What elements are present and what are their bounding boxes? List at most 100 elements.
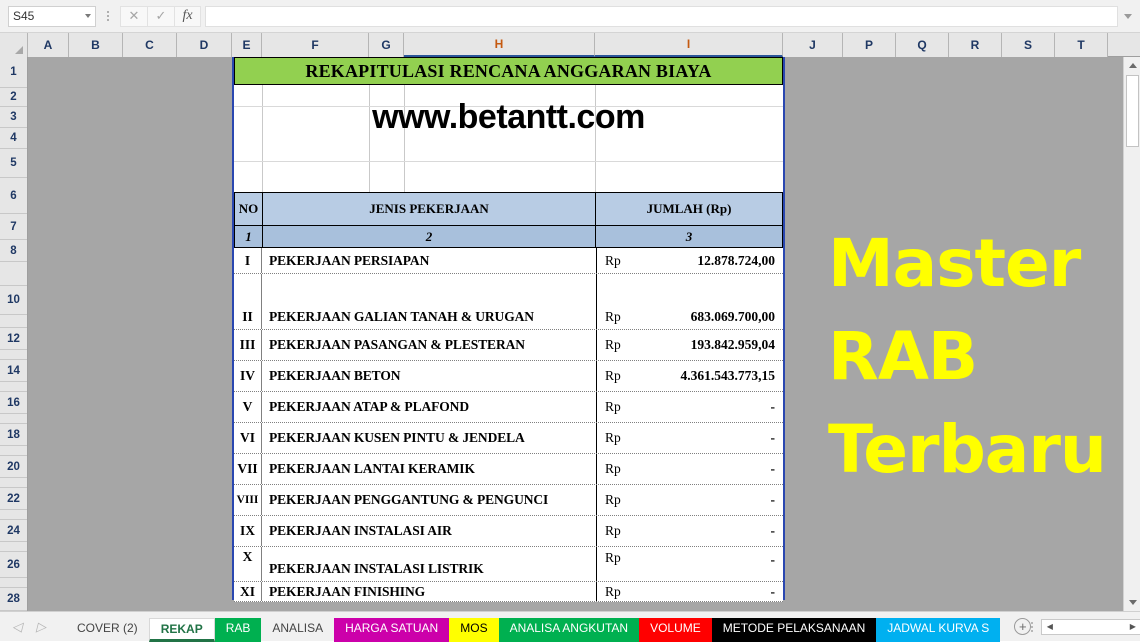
table-row[interactable]: VII PEKERJAAN LANTAI KERAMIK Rp -	[234, 454, 783, 485]
select-all-corner[interactable]	[0, 33, 28, 57]
scroll-down-icon[interactable]	[1124, 594, 1140, 611]
row-header-13-hidden[interactable]	[0, 350, 27, 360]
table-row[interactable]: I PEKERJAAN PERSIAPAN Rp 12.878.724,00	[234, 248, 783, 274]
table-header-desc-label: JENIS PEKERJAAN	[369, 201, 489, 216]
row-header-1[interactable]: 1	[0, 57, 27, 88]
column-header-I[interactable]: I	[595, 33, 783, 57]
sheet-title-cell[interactable]: REKAPITULASI RENCANA ANGGARAN BIAYA	[234, 57, 783, 85]
table-row[interactable]: III PEKERJAAN PASANGAN & PLESTERAN Rp 193…	[234, 330, 783, 361]
row-header-19-hidden[interactable]	[0, 446, 27, 456]
row-header-27-hidden[interactable]	[0, 578, 27, 588]
formula-input[interactable]	[205, 5, 1118, 27]
row-header-25-hidden[interactable]	[0, 542, 27, 552]
row-header-23-hidden[interactable]	[0, 510, 27, 520]
column-header-C[interactable]: C	[123, 33, 177, 57]
row-header-20[interactable]: 20	[0, 456, 27, 478]
column-header-Q[interactable]: Q	[896, 33, 949, 57]
row-header-26[interactable]: 26	[0, 552, 27, 578]
name-box[interactable]: S45	[8, 5, 96, 27]
sheet-tab-mos[interactable]: MOS	[449, 617, 499, 642]
column-header-J[interactable]: J	[783, 33, 843, 57]
vertical-scrollbar[interactable]	[1123, 57, 1140, 611]
column-header-R[interactable]: R	[949, 33, 1002, 57]
table-row[interactable]: V PEKERJAAN ATAP & PLAFOND Rp -	[234, 392, 783, 423]
sheet-tab-harga-satuan[interactable]: HARGA SATUAN	[334, 617, 450, 642]
sheet-tab-analisa[interactable]: ANALISA	[261, 618, 334, 642]
sheet-tab-metode-pelaksanaan[interactable]: METODE PELAKSANAAN	[711, 617, 877, 642]
column-header-G[interactable]: G	[369, 33, 404, 57]
formula-bar-handle[interactable]	[101, 6, 115, 27]
column-header-E[interactable]: E	[232, 33, 262, 57]
fx-icon[interactable]: fx	[174, 5, 201, 27]
horizontal-scrollbar[interactable]: ◀ ▶	[1031, 618, 1140, 635]
row-number: V	[242, 399, 253, 414]
table-row[interactable]: VI PEKERJAAN KUSEN PINTU & JENDELA Rp -	[234, 423, 783, 454]
column-header-A[interactable]: A	[28, 33, 69, 57]
scrollbar-resize-handle[interactable]	[1031, 621, 1034, 632]
name-box-value: S45	[13, 9, 35, 23]
row-header-17-hidden[interactable]	[0, 414, 27, 424]
row-description: PEKERJAAN INSTALASI LISTRIK	[269, 561, 484, 576]
col-number-2: 2	[425, 228, 433, 244]
row-header-15-hidden[interactable]	[0, 382, 27, 392]
table-row[interactable]: XI PEKERJAAN FINISHING Rp -	[234, 582, 783, 602]
scroll-right-icon[interactable]: ▶	[1125, 620, 1140, 634]
row-header-22[interactable]: 22	[0, 488, 27, 510]
row-header-5[interactable]: 5	[0, 149, 27, 178]
row-header-21-hidden[interactable]	[0, 478, 27, 488]
expand-formula-bar-button[interactable]	[1118, 0, 1138, 33]
vertical-scrollbar-thumb[interactable]	[1126, 75, 1139, 147]
column-header-H[interactable]: H	[404, 33, 595, 57]
scroll-left-icon[interactable]: ◀	[1042, 620, 1057, 634]
row-header-4[interactable]: 4	[0, 128, 27, 149]
row-amount: -	[770, 461, 776, 476]
table-row[interactable]: IV PEKERJAAN BETON Rp 4.361.543.773,15	[234, 361, 783, 392]
close-icon[interactable]: ✕	[120, 5, 147, 27]
row-header-16[interactable]: 16	[0, 392, 27, 414]
promo-line-2: RAB	[828, 318, 978, 395]
row-number: III	[239, 337, 256, 352]
table-header-row: NO JENIS PEKERJAAN JUMLAH (Rp)	[234, 192, 783, 226]
horizontal-scrollbar-track[interactable]	[1057, 619, 1126, 634]
row-header-18[interactable]: 18	[0, 424, 27, 446]
chevron-right-icon[interactable]: ▷	[36, 619, 46, 635]
table-row[interactable]: VIII PEKERJAAN PENGGANTUNG & PENGUNCI Rp…	[234, 485, 783, 516]
row-header-14[interactable]: 14	[0, 360, 27, 382]
chevron-left-icon[interactable]: ◁	[12, 619, 22, 635]
column-header-T[interactable]: T	[1055, 33, 1108, 57]
cell-canvas[interactable]: REKAPITULASI RENCANA ANGGARAN BIAYA www.…	[28, 57, 1140, 611]
sheet-tab-volume[interactable]: VOLUME	[639, 617, 712, 642]
row-header-28[interactable]: 28	[0, 588, 27, 611]
row-header-3[interactable]: 3	[0, 107, 27, 128]
column-header-S[interactable]: S	[1002, 33, 1055, 57]
column-header-B[interactable]: B	[69, 33, 123, 57]
row-currency: Rp	[605, 461, 621, 476]
table-row[interactable]: II PEKERJAAN GALIAN TANAH & URUGAN Rp 683…	[234, 274, 783, 330]
row-header-2[interactable]: 2	[0, 88, 27, 107]
row-header-8[interactable]: 8	[0, 240, 27, 262]
column-header-P[interactable]: P	[843, 33, 896, 57]
chevron-down-icon[interactable]	[85, 14, 91, 18]
table-row[interactable]: X PEKERJAAN INSTALASI LISTRIK Rp -	[234, 547, 783, 582]
sheet-tab-analisa-angkutan[interactable]: ANALISA ANGKUTAN	[498, 617, 640, 642]
sheet-tab-rekap[interactable]: REKAP	[148, 617, 215, 642]
add-sheet-button[interactable]: +	[1014, 614, 1032, 640]
row-header-9-hidden[interactable]	[0, 262, 27, 286]
row-header-6[interactable]: 6	[0, 178, 27, 214]
scroll-up-icon[interactable]	[1124, 57, 1140, 74]
column-header-row: A B C D E F G H I J P Q R S T	[0, 33, 1140, 57]
sheet-tab-bar: ◁ ▷ COVER (2) REKAP RAB ANALISA HARGA SA…	[0, 611, 1140, 642]
column-header-F[interactable]: F	[262, 33, 369, 57]
sheet-tab-label: VOLUME	[650, 621, 701, 635]
row-header-12[interactable]: 12	[0, 328, 27, 350]
row-header-10[interactable]: 10	[0, 286, 27, 315]
row-header-24[interactable]: 24	[0, 520, 27, 542]
sheet-tab-rab[interactable]: RAB	[214, 617, 262, 642]
row-header-7[interactable]: 7	[0, 214, 27, 240]
sheet-tab-jadwal-kurva-s[interactable]: JADWAL KURVA S	[876, 617, 1001, 642]
row-header-11-hidden[interactable]	[0, 315, 27, 328]
sheet-tab-cover-2[interactable]: COVER (2)	[66, 618, 149, 642]
check-icon[interactable]: ✓	[147, 5, 174, 27]
column-header-D[interactable]: D	[177, 33, 232, 57]
table-row[interactable]: IX PEKERJAAN INSTALASI AIR Rp -	[234, 516, 783, 547]
